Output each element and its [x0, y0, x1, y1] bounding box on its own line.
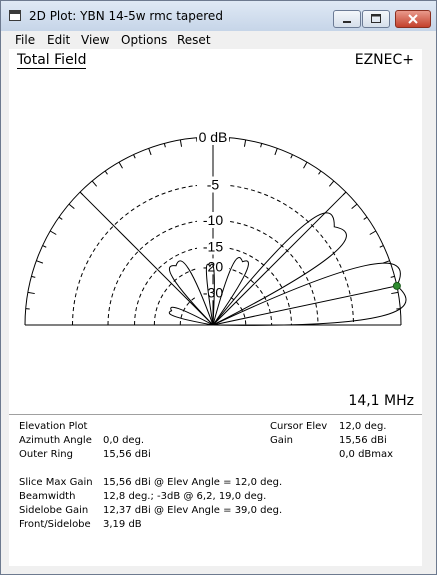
plot-window: 2D Plot: YBN 14-5w rmc tapered File Edit…	[0, 0, 437, 575]
maximize-button[interactable]	[362, 10, 390, 28]
angle-tick	[68, 203, 75, 210]
angle-tick	[58, 216, 63, 220]
angle-tick	[379, 245, 384, 248]
angle-tick	[328, 180, 335, 187]
info-value-sidelobe-gain: 12,37 dBi @ Elev Angle = 39,0 deg.	[103, 505, 283, 516]
info-value-cursor-elev: 12,0 deg.	[339, 421, 387, 432]
info-label-outer-ring: Outer Ring	[19, 449, 73, 460]
info-value-outer-ring: 15,56 dBi	[103, 449, 151, 460]
maximize-icon	[371, 14, 381, 23]
info-value-azimuth: 0,0 deg.	[103, 435, 145, 446]
angle-tick	[104, 170, 108, 175]
ring-label: -15	[203, 239, 223, 255]
angle-tick	[274, 148, 278, 156]
angle-tick	[36, 260, 44, 264]
angle-tick	[363, 216, 368, 220]
menu-view[interactable]: View	[81, 33, 109, 47]
info-label-slice-max-gain: Slice Max Gain	[19, 477, 93, 488]
close-icon	[408, 14, 418, 24]
angle-tick	[369, 230, 377, 235]
info-label-gain: Gain	[270, 435, 293, 446]
radial-gridline	[79, 191, 214, 326]
info-value-front-sidelobe: 3,19 dB	[103, 519, 142, 530]
angle-tick	[179, 139, 183, 147]
window-title: 2D Plot: YBN 14-5w rmc tapered	[29, 9, 223, 23]
title-bar[interactable]: 2D Plot: YBN 14-5w rmc tapered	[1, 1, 436, 31]
menu-options[interactable]: Options	[121, 33, 167, 47]
info-label-sidelobe-gain: Sidelobe Gain	[19, 505, 89, 516]
angle-tick	[260, 143, 263, 148]
angle-tick	[91, 180, 98, 187]
info-label-cursor-elev: Cursor Elev	[270, 421, 328, 432]
angle-tick	[318, 170, 322, 175]
menu-file[interactable]: File	[15, 33, 35, 47]
angle-tick	[148, 148, 152, 156]
frequency-label: 14,1 MHz	[348, 393, 414, 409]
close-button[interactable]	[395, 10, 431, 28]
info-value-slice-max-gain: 15,56 dBi @ Elev Angle = 12,0 deg.	[103, 477, 283, 488]
info-label-azimuth: Azimuth Angle	[19, 435, 92, 446]
brand-label: EZNEC+	[354, 52, 414, 68]
info-label-beamwidth: Beamwidth	[19, 491, 76, 502]
info-value-dbmax: 0,0 dBmax	[339, 449, 394, 460]
right-frame	[425, 49, 436, 566]
angle-tick	[390, 275, 395, 278]
cursor-marker	[392, 281, 401, 290]
info-panel: Elevation Plot Azimuth Angle 0,0 deg. Ou…	[9, 414, 422, 567]
angle-tick	[42, 245, 47, 248]
angle-tick	[118, 161, 123, 169]
info-label-front-sidelobe: Front/Sidelobe	[19, 519, 91, 530]
pattern-lobe	[212, 212, 347, 326]
pattern-lobe	[168, 306, 214, 326]
angle-tick	[342, 191, 347, 196]
angle-tick	[290, 154, 293, 159]
minimize-button[interactable]	[333, 10, 361, 28]
bottom-frame	[1, 566, 436, 574]
minimize-icon	[343, 21, 351, 23]
plot-title: Total Field	[17, 52, 87, 69]
angle-tick	[303, 161, 308, 169]
angle-tick	[79, 191, 84, 196]
radial-gridline	[212, 191, 347, 326]
angle-tick	[243, 139, 247, 147]
pattern-lobe	[212, 262, 407, 326]
ring-label: -10	[203, 212, 223, 228]
info-value-beamwidth: 12,8 deg.; -3dB @ 6,2, 19,0 deg.	[103, 491, 267, 502]
angle-tick	[351, 203, 358, 210]
menu-edit[interactable]: Edit	[47, 33, 70, 47]
ring-label: -5	[207, 177, 220, 193]
info-label-plot-type: Elevation Plot	[19, 421, 88, 432]
angle-tick	[133, 154, 136, 159]
plot-window-icon[interactable]	[9, 10, 21, 21]
angle-tick	[31, 275, 36, 278]
angle-tick	[27, 291, 35, 295]
menu-reset[interactable]: Reset	[177, 33, 211, 47]
elevation-polar-chart[interactable]: 0 dB-5-10-15-20-30	[9, 49, 422, 414]
angle-tick	[49, 230, 57, 235]
info-value-gain: 15,56 dBi	[339, 435, 387, 446]
angle-tick	[163, 143, 166, 148]
plot-area[interactable]: 0 dB -5 -10 -15 -20 -30 Total Field EZNEC+ 14…	[9, 49, 422, 414]
angle-tick	[391, 291, 399, 295]
ring-label: 0 dB	[199, 129, 228, 145]
menu-bar: File Edit View Options Reset	[1, 31, 436, 49]
